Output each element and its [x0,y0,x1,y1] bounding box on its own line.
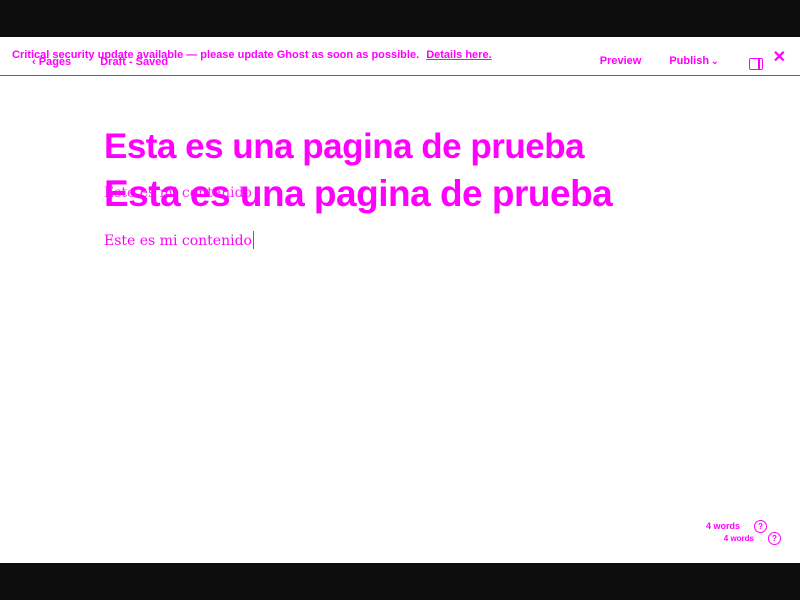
chevron-down-icon: ⌄ [711,56,719,66]
post-body-text: Este es mi contenido [104,233,252,249]
editor-nav-right: Preview Publish ⌄ ✕ [600,49,800,71]
publish-button[interactable]: Publish ⌄ [669,55,718,67]
chevron-left-icon: ‹ [32,56,36,68]
nav-divider [0,75,800,76]
post-title[interactable]: Esta es una pagina de prueba [104,127,585,167]
back-label: Pages [38,56,72,68]
text-caret [252,231,254,249]
word-count-ghost: 4 words [723,534,754,543]
editor-window: Critical security update available — ple… [0,37,800,563]
help-icon-ghost[interactable]: ? [768,532,781,545]
sidebar-toggle-icon[interactable] [748,58,763,70]
post-body[interactable]: Este es mi contenido [104,231,254,249]
banner-details-link[interactable]: Details here. [426,49,491,61]
help-icon[interactable]: ? [754,520,767,533]
save-status: Draft - Saved [100,56,169,68]
post-title-ghost: Esta es una pagina de prueba [104,173,613,214]
preview-button[interactable]: Preview [600,55,642,67]
editor-nav-left: ‹ Pages Draft - Saved [32,56,168,68]
publish-label: Publish [669,55,710,67]
close-icon[interactable]: ✕ [773,47,786,67]
back-to-pages-button[interactable]: ‹ Pages [32,56,74,68]
word-count: 4 words [705,521,740,531]
